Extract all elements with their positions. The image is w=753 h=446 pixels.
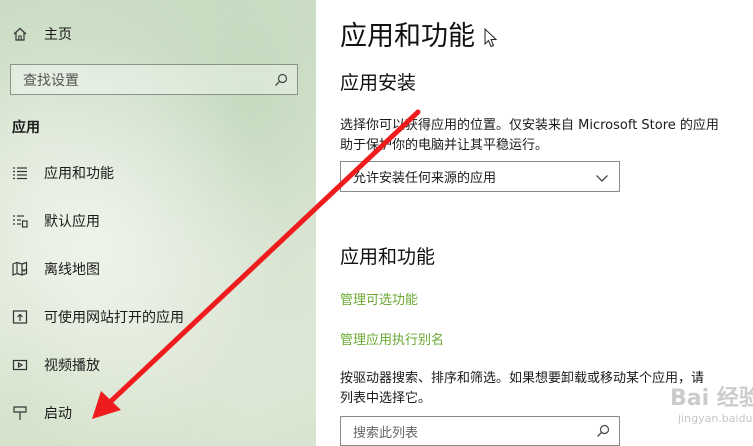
- sidebar-home-label: 主页: [44, 27, 72, 43]
- sidebar-item-offline-maps[interactable]: 离线地图: [0, 249, 316, 289]
- sidebar-item-label: 应用和功能: [44, 166, 114, 182]
- video-playback-icon: [10, 355, 30, 375]
- settings-search-placeholder: 查找设置: [23, 72, 79, 89]
- search-icon: [595, 423, 611, 439]
- app-install-description: 选择你可以获得应用的位置。仅安装来自 Microsoft Store 的应用 助…: [340, 116, 753, 156]
- app-install-description-line: 助于保护你的电脑并让其平稳运行。: [340, 138, 549, 153]
- sidebar-item-startup[interactable]: 启动: [0, 393, 316, 433]
- search-list-input[interactable]: 搜索此列表: [340, 416, 620, 446]
- chevron-down-icon: [595, 170, 609, 184]
- settings-search-input[interactable]: 查找设置: [10, 64, 298, 95]
- home-icon: [10, 24, 30, 44]
- mouse-cursor-icon: [484, 28, 498, 48]
- sidebar-home[interactable]: 主页: [0, 14, 316, 54]
- sidebar-item-label: 离线地图: [44, 262, 100, 278]
- page-title: 应用和功能: [340, 21, 475, 52]
- manage-optional-features-link[interactable]: 管理可选功能: [340, 289, 418, 308]
- app-install-description-line: 选择你可以获得应用的位置。仅安装来自 Microsoft Store 的应用: [340, 118, 719, 133]
- sidebar-item-label: 可使用网站打开的应用: [44, 310, 184, 326]
- search-list-placeholder: 搜索此列表: [353, 425, 419, 441]
- apps-list-icon: [10, 163, 30, 183]
- apps-features-heading: 应用和功能: [340, 246, 436, 268]
- apps-for-websites-icon: [10, 307, 30, 327]
- sidebar-item-label: 启动: [44, 406, 72, 422]
- sidebar-item-video-playback[interactable]: 视频播放: [0, 345, 316, 385]
- default-apps-icon: [10, 211, 30, 231]
- sidebar-item-label: 默认应用: [44, 214, 100, 230]
- baidu-watermark-url: jingyan.baidu.com: [678, 412, 753, 425]
- app-source-dropdown[interactable]: 允许安装任何来源的应用: [340, 161, 620, 192]
- sidebar-item-apps-features[interactable]: 应用和功能: [0, 153, 316, 193]
- startup-icon: [10, 403, 30, 423]
- settings-sidebar: 主页 查找设置 应用 应用和功能 默认应用 离线地图 可使用网站打开的应用 视频…: [0, 0, 316, 446]
- offline-maps-icon: [10, 259, 30, 279]
- sidebar-item-apps-for-websites[interactable]: 可使用网站打开的应用: [0, 297, 316, 337]
- app-source-selected-value: 允许安装任何来源的应用: [353, 171, 497, 186]
- search-icon: [273, 72, 289, 88]
- sidebar-section-title: 应用: [12, 120, 40, 136]
- sidebar-item-default-apps[interactable]: 默认应用: [0, 201, 316, 241]
- app-install-heading: 应用安装: [340, 72, 417, 94]
- sidebar-item-label: 视频播放: [44, 358, 100, 374]
- manage-app-execution-aliases-link[interactable]: 管理应用执行别名: [340, 329, 444, 348]
- baidu-watermark: Bai 经验: [670, 386, 753, 411]
